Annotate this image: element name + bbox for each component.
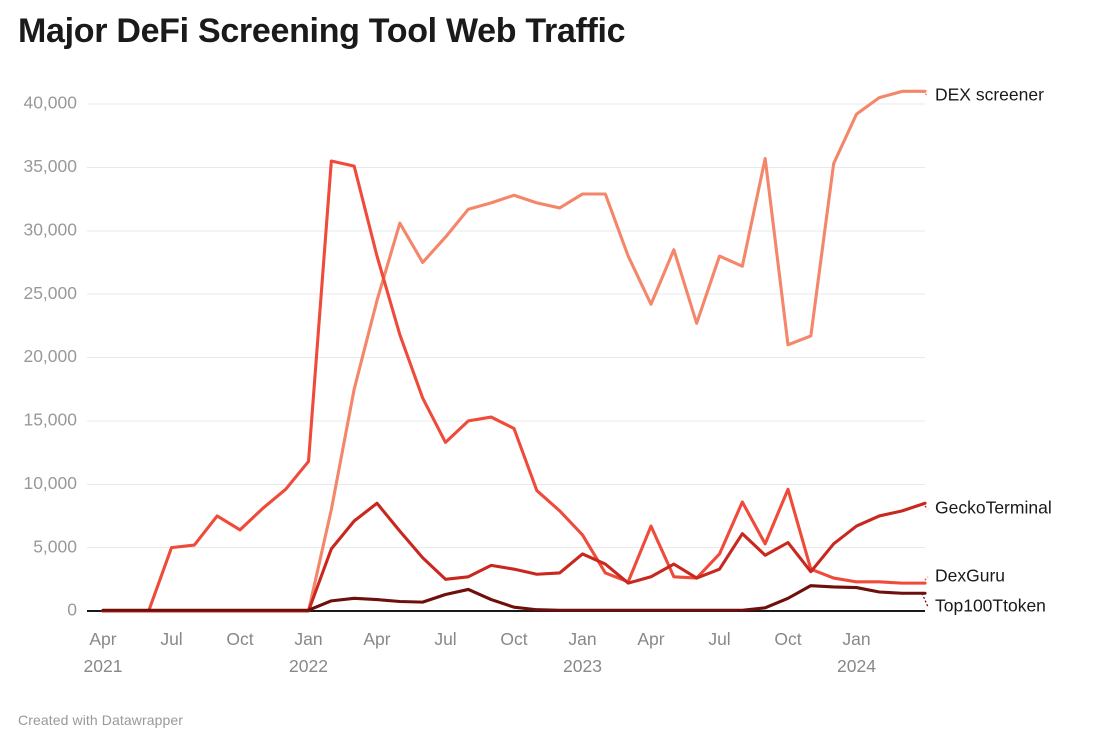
x-axis-tick-label: Jul <box>708 629 730 649</box>
y-axis-tick-label: 5,000 <box>33 536 77 556</box>
y-axis-tick-label: 25,000 <box>23 283 77 303</box>
y-axis-tick-label: 0 <box>67 600 77 620</box>
series-line-geckoterminal <box>101 501 927 613</box>
series-labels: DEX screener GeckoTerminal DexGuru Top100Tt… <box>921 85 1052 616</box>
series-group <box>101 89 927 613</box>
x-axis-year-label: 2021 <box>84 656 123 676</box>
x-axis-tick-label: Apr <box>637 629 664 649</box>
y-axis-tick-label: 20,000 <box>23 346 77 366</box>
x-axis-year-label: 2023 <box>563 656 602 676</box>
y-axis-tick-label: 30,000 <box>23 219 77 239</box>
x-axis-tick-label: Jan <box>842 629 870 649</box>
series-line-top100ttoken <box>101 584 927 612</box>
x-axis-tick-label: Oct <box>500 629 527 649</box>
series-label-top100ttoken: Top100Ttoken <box>935 596 1046 616</box>
series-label-geckoterminal: GeckoTerminal <box>935 498 1052 518</box>
x-axis-year-label: 2024 <box>837 656 876 676</box>
x-axis-tick-label: Jul <box>160 629 182 649</box>
x-axis-tick-label: Jan <box>568 629 596 649</box>
x-axis-tick-label: Apr <box>363 629 390 649</box>
series-leader-line <box>921 592 929 608</box>
line-chart-plot: 0 5,000 10,000 15,000 20,000 25,000 30,000 35,0… <box>23 85 1052 676</box>
y-axis-gridlines: 0 5,000 10,000 15,000 20,000 25,000 30,000 35,0… <box>23 93 925 620</box>
x-axis-tick-label: Oct <box>774 629 801 649</box>
y-axis-tick-label: 10,000 <box>23 473 77 493</box>
x-axis-tick-label: Oct <box>226 629 253 649</box>
y-axis-tick-label: 15,000 <box>23 410 77 430</box>
y-axis-tick-label: 40,000 <box>23 93 77 113</box>
x-axis-ticks: Apr 2021 Jul Oct Jan 2022 Apr Jul Oct Jan 2023 Apr J… <box>84 629 877 676</box>
series-label-dexguru: DexGuru <box>935 566 1005 586</box>
series-label-dex-screener: DEX screener <box>935 85 1044 105</box>
x-axis-tick-label: Apr <box>89 629 116 649</box>
chart-container: Major DeFi Screening Tool Web Traffic 05… <box>0 0 1116 756</box>
y-axis-tick-label: 35,000 <box>23 156 77 176</box>
x-axis-year-label: 2022 <box>289 656 328 676</box>
chart-credit: Created with Datawrapper <box>18 712 184 728</box>
series-line-dexguru <box>101 159 927 613</box>
x-axis-tick-label: Jan <box>294 629 322 649</box>
x-axis-tick-label: Jul <box>434 629 456 649</box>
